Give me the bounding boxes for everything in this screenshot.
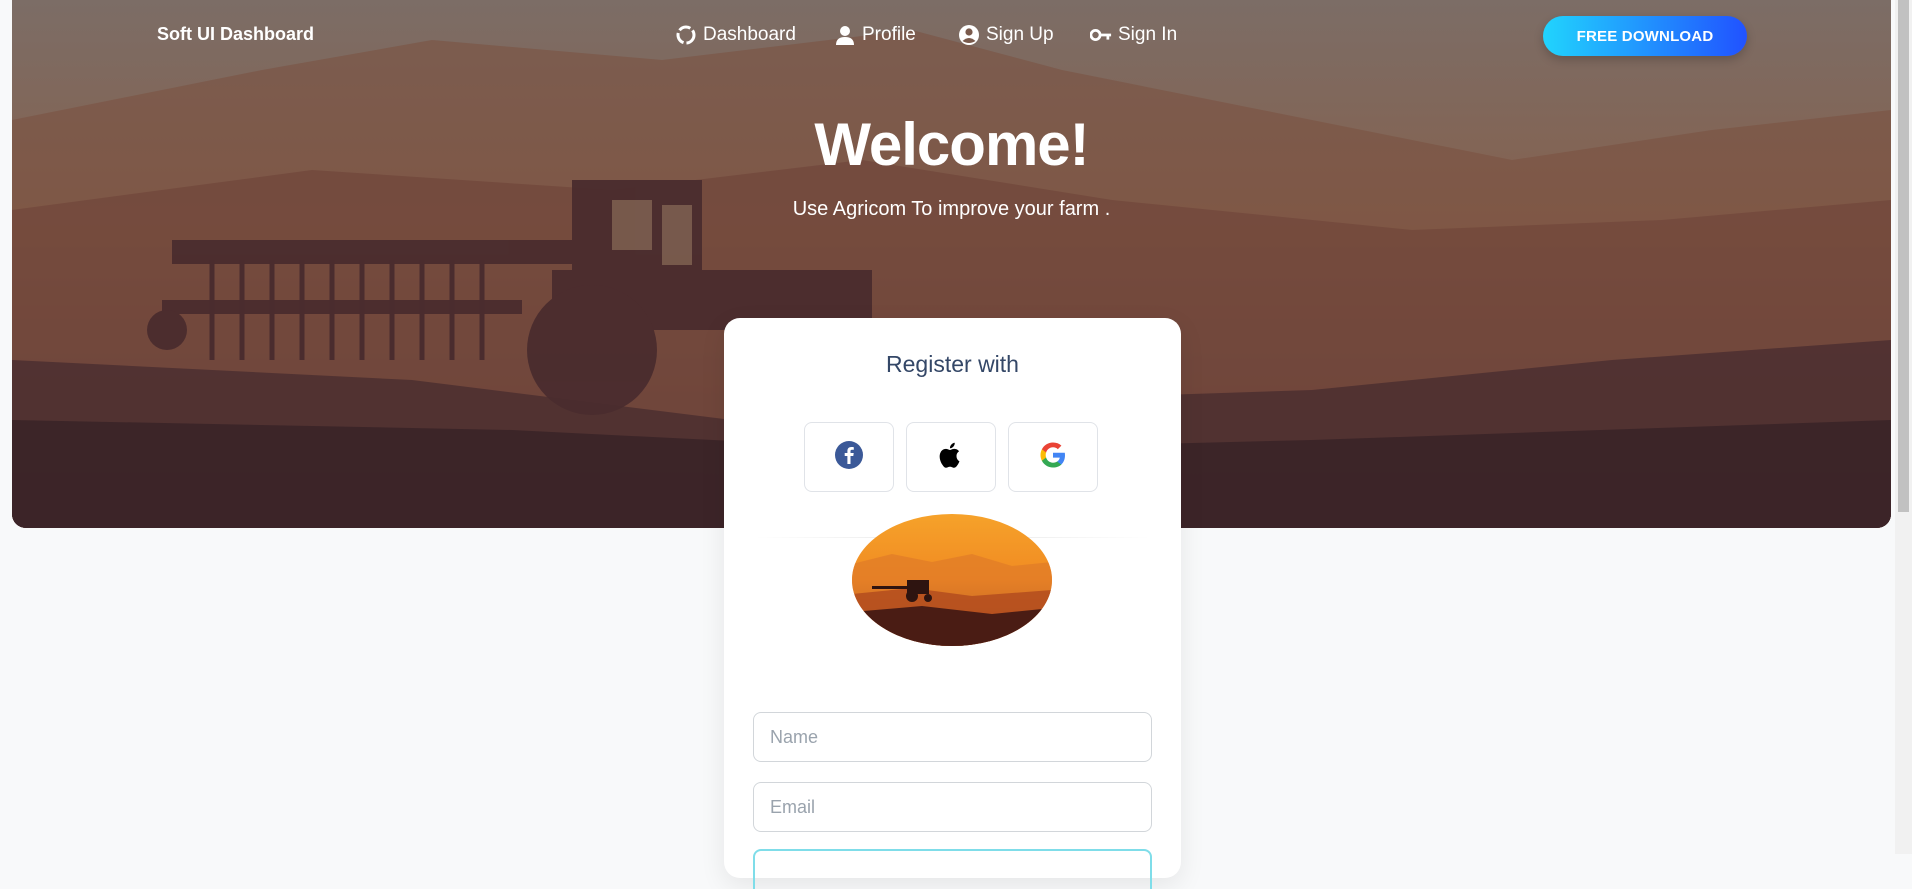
facebook-icon xyxy=(835,440,863,474)
google-signup-button[interactable] xyxy=(1008,422,1098,492)
apple-icon xyxy=(937,440,965,475)
nav-profile-label: Profile xyxy=(862,24,916,45)
nav-signin-link[interactable]: Sign In xyxy=(1090,22,1177,48)
free-download-button[interactable]: FREE DOWNLOAD xyxy=(1543,16,1747,56)
facebook-signup-button[interactable] xyxy=(804,422,894,492)
nav-signup-label: Sign Up xyxy=(986,24,1054,45)
dashboard-icon xyxy=(675,24,697,46)
apple-signup-button[interactable] xyxy=(906,422,996,492)
register-title: Register with xyxy=(886,351,1019,377)
hero-subtitle: Use Agricom To improve your farm . xyxy=(792,198,1111,220)
google-icon xyxy=(1038,440,1068,475)
navbar: Soft UI Dashboard Dashboard Profile Sign… xyxy=(0,0,1895,70)
scrollbar-thumb[interactable] xyxy=(1898,0,1909,512)
scrollbar[interactable] xyxy=(1895,0,1912,854)
account-circle-icon xyxy=(958,24,980,46)
sunset-tractor-image xyxy=(852,514,1052,646)
password-input[interactable] xyxy=(753,849,1152,889)
key-icon xyxy=(1090,24,1112,46)
nav-signin-label: Sign In xyxy=(1118,24,1178,45)
brand-logo-text[interactable]: Soft UI Dashboard xyxy=(157,24,314,45)
hero-title: Welcome! xyxy=(814,111,1089,178)
name-input[interactable] xyxy=(753,712,1152,762)
email-input[interactable] xyxy=(753,782,1152,832)
nav-signup-link[interactable]: Sign Up xyxy=(958,22,1054,48)
nav-profile-link[interactable]: Profile xyxy=(834,22,916,48)
register-card: Register with xyxy=(724,318,1181,889)
nav-dashboard-label: Dashboard xyxy=(703,24,796,45)
user-icon xyxy=(834,24,856,46)
nav-dashboard-link[interactable]: Dashboard xyxy=(675,22,796,48)
